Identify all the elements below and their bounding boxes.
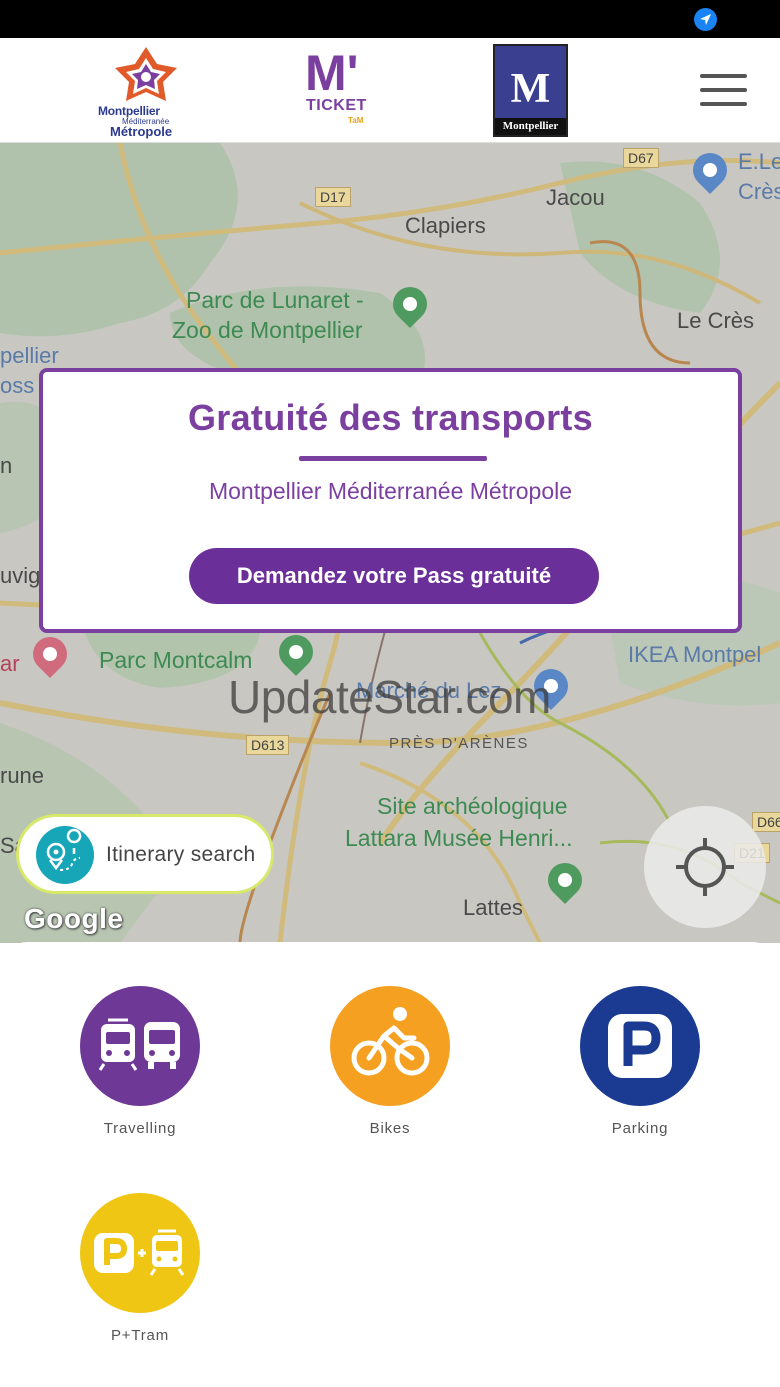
- road-tag: D66: [752, 812, 780, 832]
- map-label: Clapiers: [405, 213, 486, 238]
- map-label: rune: [0, 763, 45, 788]
- free-transport-promo-card: Gratuité des transports Montpellier Médi…: [39, 368, 742, 633]
- service-label: P+Tram: [110, 1327, 169, 1344]
- map-label: PRÈS D'ARÈNES: [389, 735, 529, 752]
- map-label: Crès: [738, 179, 780, 204]
- service-label: Bikes: [369, 1120, 411, 1137]
- request-free-pass-button[interactable]: Demandez votre Pass gratuité: [189, 548, 599, 604]
- map-label: Lattara Musée Henri...: [345, 825, 573, 851]
- logo-line-1: Montpellier: [98, 104, 160, 118]
- promo-title: Gratuité des transports: [188, 397, 593, 438]
- service-bikes[interactable]: Bikes: [310, 986, 470, 1137]
- map-label: Parc de Lunaret -: [186, 287, 364, 313]
- park-and-ride-icon: [80, 1193, 200, 1313]
- route-pin-icon: [36, 826, 94, 884]
- map-label: Lattes: [463, 895, 523, 920]
- map-label: IKEA Montpel: [628, 642, 762, 667]
- map-label: pellier: [0, 343, 59, 368]
- montpellier-city-logo[interactable]: M Montpellier: [493, 44, 568, 137]
- map-label: Site archéologique: [377, 793, 568, 819]
- mticket-word: TICKET: [306, 97, 367, 114]
- map-label: Jacou: [546, 185, 605, 210]
- road-tag: D67: [623, 148, 659, 168]
- status-bar: [0, 0, 780, 38]
- tam-mark: TaM: [348, 116, 364, 125]
- map-label: E.Le: [738, 149, 780, 174]
- itinerary-search-label: Itinerary search: [106, 843, 256, 866]
- map-label: oss: [0, 373, 35, 398]
- map-label: uvig: [0, 563, 41, 588]
- map-label: Le Crès: [677, 308, 755, 333]
- mticket-mark: M': [305, 45, 359, 101]
- hamburger-menu-icon[interactable]: [700, 74, 747, 108]
- services-panel: Travelling Bikes Parking P+Tram: [0, 942, 780, 1387]
- itinerary-search-button[interactable]: Itinerary search: [16, 814, 274, 894]
- promo-divider: [299, 456, 487, 461]
- logo-line-3: Métropole: [110, 124, 173, 139]
- bicycle-icon: [330, 986, 450, 1106]
- star-logo-icon: [115, 47, 177, 101]
- tram-bus-icon: [80, 986, 200, 1106]
- road-tag: D17: [315, 187, 351, 207]
- crosshair-locate-icon[interactable]: [644, 806, 766, 928]
- location-arrow-icon: [694, 8, 717, 31]
- service-label: Parking: [611, 1120, 669, 1137]
- app-header: Montpellier Méditerranée Métropole M' TI…: [0, 38, 780, 143]
- city-logo-label: Montpellier: [495, 118, 566, 135]
- montpellier-mediterranee-metropole-logo[interactable]: Montpellier Méditerranée Métropole: [96, 44, 196, 139]
- city-logo-letter: M: [510, 66, 551, 112]
- service-park-and-ride[interactable]: P+Tram: [60, 1193, 220, 1344]
- map-label: ar: [0, 651, 20, 676]
- service-label: Travelling: [103, 1120, 177, 1137]
- map-label: Zoo de Montpellier: [172, 317, 363, 343]
- service-travelling[interactable]: Travelling: [60, 986, 220, 1137]
- road-tag: D613: [246, 735, 290, 755]
- google-logo: Google: [24, 903, 124, 934]
- service-parking[interactable]: Parking: [560, 986, 720, 1137]
- watermark-text: UpdateStar.com: [228, 671, 551, 723]
- map-label: n: [0, 453, 13, 478]
- parking-icon: [580, 986, 700, 1106]
- mticket-logo[interactable]: M' TICKET TaM: [300, 48, 392, 136]
- promo-subtitle: Montpellier Méditerranée Métropole: [208, 478, 573, 504]
